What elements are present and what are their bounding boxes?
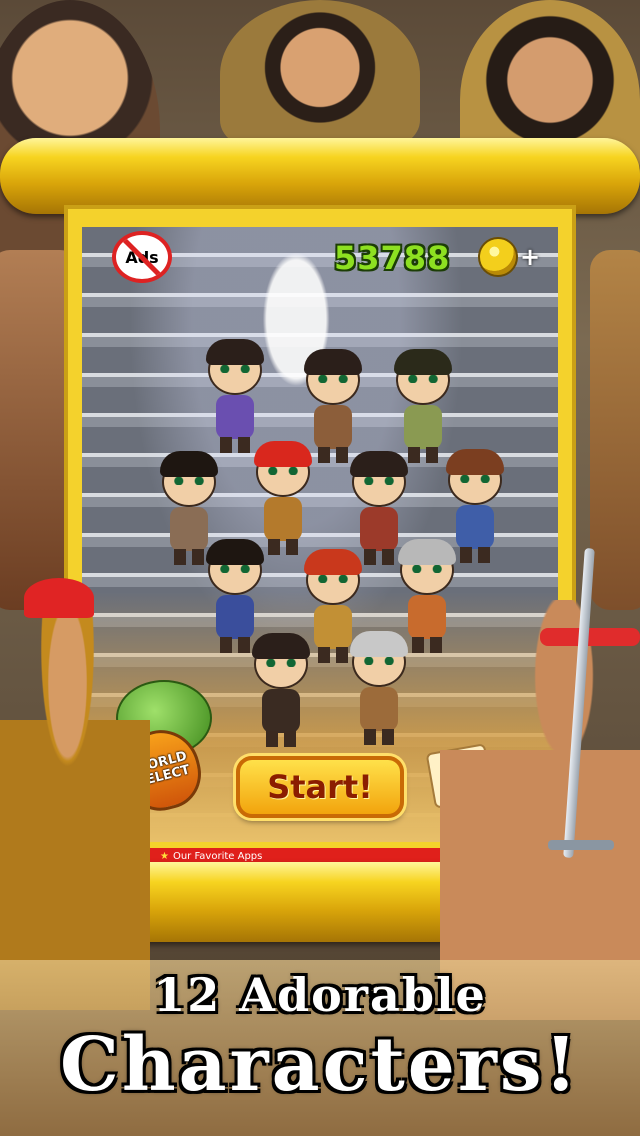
character-legs — [364, 549, 394, 565]
favorite-apps-label: Our Favorite Apps — [172, 851, 263, 862]
character-eyes — [172, 477, 206, 485]
helmet-plume — [24, 578, 94, 618]
hero-portrait-center — [220, 0, 420, 150]
no-ads-button[interactable]: Ads — [112, 231, 172, 283]
character-eyes — [218, 565, 252, 573]
character-eyes — [266, 467, 300, 475]
character-eyes — [406, 375, 440, 383]
character-hair — [206, 539, 264, 565]
character-legs — [266, 731, 296, 747]
character-eyes — [316, 575, 350, 583]
character-hair — [446, 449, 504, 475]
character-hair — [254, 441, 312, 467]
character-legs — [364, 729, 394, 745]
character-legs — [412, 637, 442, 653]
character-eyes — [264, 659, 298, 667]
swordsman-figure — [440, 600, 640, 1020]
coin-counter: 53788 — [334, 239, 451, 277]
character-eyes — [316, 375, 350, 383]
character-legs — [220, 437, 250, 453]
no-ads-label: Ads — [125, 247, 159, 267]
scroll-roll-top — [0, 138, 640, 214]
caption-line-1: 12 Adorable — [153, 968, 487, 1022]
character-eyes — [362, 657, 396, 665]
sword-guard — [548, 840, 614, 850]
character-body — [314, 405, 352, 449]
character-legs — [268, 539, 298, 555]
red-headband — [540, 628, 640, 646]
character-hair — [394, 349, 452, 375]
coin-icon — [478, 237, 518, 277]
character-hair — [350, 451, 408, 477]
character-hair — [304, 349, 362, 375]
character-hair — [252, 633, 310, 659]
character-hair — [206, 339, 264, 365]
caption-line-2: Characters! — [59, 1022, 581, 1108]
character-eyes — [218, 365, 252, 373]
character-eyes — [410, 565, 444, 573]
start-button[interactable]: Start! — [236, 756, 404, 818]
character-body — [404, 405, 442, 449]
add-coins-button[interactable]: + — [520, 243, 540, 271]
character-12[interactable] — [344, 627, 414, 747]
star-icon: ★ — [160, 851, 169, 862]
character-eyes — [458, 475, 492, 483]
character-body — [262, 689, 300, 733]
character-hair — [304, 549, 362, 575]
character-hair — [350, 631, 408, 657]
spartan-warrior-figure — [0, 590, 150, 1010]
side-figure-right — [590, 250, 640, 610]
character-body — [360, 687, 398, 731]
character-11[interactable] — [246, 629, 316, 749]
character-legs — [460, 547, 490, 563]
character-eyes — [362, 477, 396, 485]
character-hair — [160, 451, 218, 477]
character-body — [216, 395, 254, 439]
character-hair — [398, 539, 456, 565]
